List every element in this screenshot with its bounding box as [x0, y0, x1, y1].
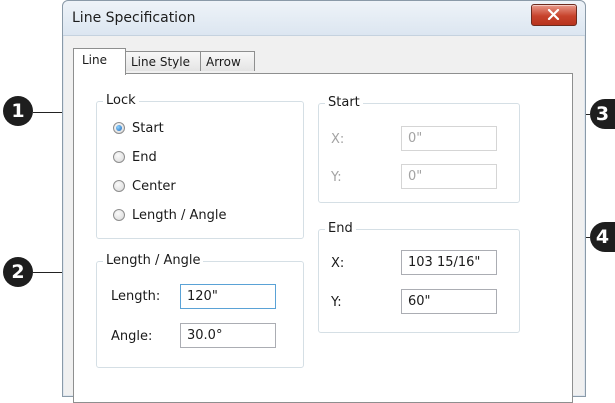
start-x-label: X: [331, 132, 345, 147]
tab-arrow[interactable]: Arrow [200, 51, 255, 71]
start-x-input[interactable]: 0" [401, 126, 497, 151]
lock-option-center-label: Center [132, 179, 176, 194]
tab-line-style[interactable]: Line Style [125, 51, 201, 71]
close-icon [547, 9, 560, 20]
callout-badge-4: 4 [590, 222, 615, 252]
lock-group-title: Lock [103, 93, 139, 109]
radio-button[interactable] [113, 180, 125, 192]
start-group: Start X: 0" Y: 0" [318, 95, 520, 203]
radio-button[interactable] [113, 209, 125, 221]
angle-input[interactable]: 30.0° [180, 323, 276, 348]
angle-label: Angle: [111, 329, 153, 344]
length-angle-group: Length / Angle Length: 120" Angle: 30.0° [96, 253, 304, 368]
line-specification-dialog: Line Specification Line Line Style Arrow… [62, 0, 586, 403]
length-label: Length: [111, 289, 161, 304]
start-group-title: Start [325, 95, 363, 111]
end-group: End X: 103 15/16" Y: 60" [318, 221, 520, 333]
tab-line[interactable]: Line [73, 48, 126, 75]
end-x-label: X: [331, 256, 345, 271]
window-title: Line Specification [72, 10, 196, 26]
radio-button-selected[interactable] [113, 122, 125, 134]
length-input[interactable]: 120" [180, 284, 276, 309]
lock-option-start-label: Start [132, 121, 164, 136]
radio-button[interactable] [113, 151, 125, 163]
end-x-input[interactable]: 103 15/16" [401, 250, 497, 275]
close-button[interactable] [531, 4, 577, 26]
callout-badge-1: 1 [3, 96, 33, 126]
end-y-input[interactable]: 60" [401, 289, 497, 314]
lock-option-end-label: End [132, 150, 157, 165]
tab-panel-line: Lock Start End Center Length / Angle Len… [73, 73, 573, 403]
start-y-input[interactable]: 0" [401, 164, 497, 189]
callout-badge-3: 3 [590, 99, 615, 129]
start-y-label: Y: [331, 170, 342, 185]
length-angle-group-title: Length / Angle [103, 253, 204, 269]
end-group-title: End [325, 221, 356, 237]
lock-option-length-angle-label: Length / Angle [132, 208, 227, 223]
lock-group: Lock Start End Center Length / Angle [96, 93, 304, 239]
callout-badge-2: 2 [3, 257, 33, 287]
title-bar: Line Specification [63, 1, 585, 36]
end-y-label: Y: [331, 295, 342, 310]
